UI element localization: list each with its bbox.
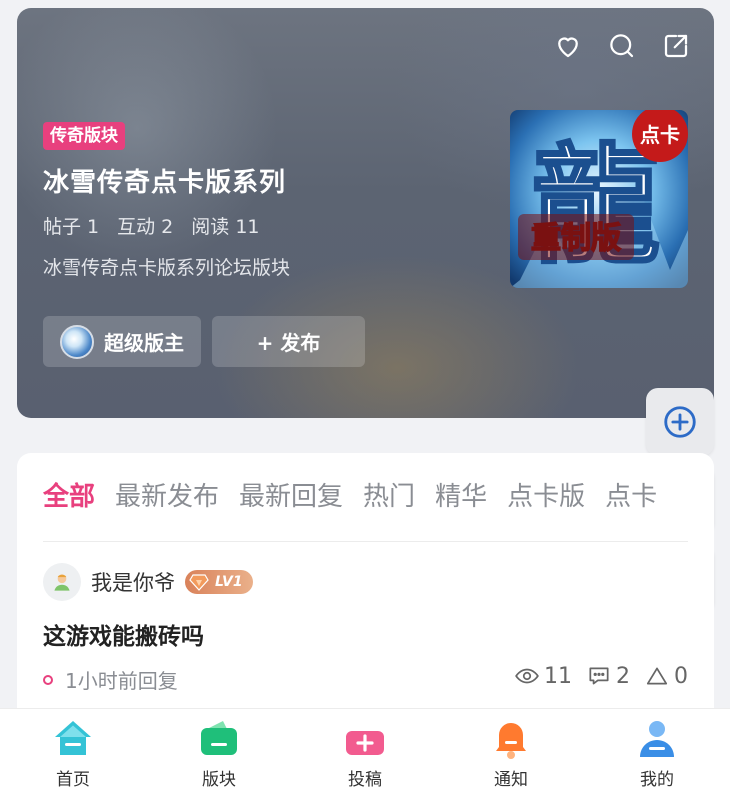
author-name: 我是你爷 <box>91 571 175 595</box>
tab-latest-replies[interactable]: 最新回复 <box>239 479 343 519</box>
post-stats: 11 2 0 <box>514 663 688 689</box>
tab-hot[interactable]: 热门 <box>363 479 415 519</box>
heart-icon <box>558 37 578 58</box>
post-list-card: 全部 最新发布 最新回复 热门 精华 点卡版 点卡 我是你爷 LV1 这游戏能搬… <box>17 453 714 723</box>
bell-icon <box>496 723 526 759</box>
board-header-card: 传奇版块 冰雪传奇点卡版系列 帖子 1 互动 2 阅读 11 冰雪传奇点卡版系列… <box>17 8 714 418</box>
post-title[interactable]: 这游戏能搬砖吗 <box>43 617 204 651</box>
read-count: 阅读 11 <box>191 216 260 238</box>
bottom-navigation: 首页 版块 投稿 通知 我的 <box>0 708 730 792</box>
header-actions <box>552 30 692 62</box>
like-stat[interactable]: 0 <box>644 663 688 689</box>
share-icon <box>664 34 688 58</box>
moderator-button[interactable]: 超级版主 <box>43 316 201 367</box>
submit-icon <box>346 731 384 755</box>
tab-card-more[interactable]: 点卡 <box>605 479 657 519</box>
share-button[interactable] <box>660 30 692 62</box>
comment-icon <box>589 667 609 685</box>
nav-home-label: 首页 <box>56 770 90 790</box>
triangle-icon <box>646 667 668 685</box>
nav-submit[interactable]: 投稿 <box>292 709 438 792</box>
gem-icon <box>189 574 209 591</box>
search-icon <box>610 34 634 58</box>
post-meta: 1小时前回复 <box>43 665 178 694</box>
nav-boards[interactable]: 版块 <box>146 709 292 792</box>
nav-home[interactable]: 首页 <box>0 709 146 792</box>
nav-notifications[interactable]: 通知 <box>438 709 584 792</box>
nav-profile[interactable]: 我的 <box>584 709 730 792</box>
filter-tabs: 全部 最新发布 最新回复 热门 精华 点卡版 点卡 <box>43 479 714 519</box>
status-dot-icon <box>43 674 53 685</box>
tab-latest-posts[interactable]: 最新发布 <box>115 479 219 519</box>
view-count: 11 <box>544 663 572 689</box>
eye-icon <box>515 668 539 684</box>
cover-art: 龍 点卡 重制版 <box>510 110 688 288</box>
moderator-avatar <box>60 324 94 359</box>
comment-count: 2 <box>616 663 630 689</box>
comment-stat[interactable]: 2 <box>586 663 630 689</box>
tab-all[interactable]: 全部 <box>43 479 95 519</box>
category-tag: 传奇版块 <box>43 122 125 150</box>
moderator-label: 超级版主 <box>104 331 184 355</box>
nav-notifications-label: 通知 <box>494 770 528 790</box>
cover-overlay-text: 重制版 <box>531 221 621 256</box>
board-stats: 帖子 1 互动 2 阅读 11 <box>43 212 260 239</box>
interaction-count: 互动 2 <box>117 216 174 238</box>
tab-card-version[interactable]: 点卡版 <box>507 479 585 519</box>
favorite-button[interactable] <box>552 30 584 62</box>
tab-featured[interactable]: 精华 <box>435 479 487 519</box>
like-count: 0 <box>674 663 688 689</box>
nav-profile-label: 我的 <box>640 770 674 790</box>
level-label: LV1 <box>215 574 243 590</box>
wallet-icon <box>201 721 237 755</box>
post-time: 1小时前回复 <box>65 669 178 693</box>
nav-boards-label: 版块 <box>202 770 236 790</box>
search-button[interactable] <box>606 30 638 62</box>
add-circle-icon <box>664 406 696 438</box>
tabs-divider <box>43 541 688 542</box>
level-badge: LV1 <box>185 570 253 594</box>
forum-board-page: 传奇版块 冰雪传奇点卡版系列 帖子 1 互动 2 阅读 11 冰雪传奇点卡版系列… <box>0 0 730 792</box>
board-cover-image: 龍 点卡 重制版 <box>510 110 688 288</box>
add-button[interactable] <box>646 388 714 456</box>
view-stat: 11 <box>514 663 572 689</box>
publish-label: + 发布 <box>256 331 321 355</box>
board-description: 冰雪传奇点卡版系列论坛版块 <box>43 257 291 279</box>
nav-submit-label: 投稿 <box>348 770 382 790</box>
board-title: 冰雪传奇点卡版系列 <box>43 168 287 198</box>
user-icon <box>640 721 674 757</box>
cover-badge: 点卡 <box>640 123 680 147</box>
post-count: 帖子 1 <box>43 216 100 238</box>
avatar <box>43 563 81 601</box>
post-author[interactable]: 我是你爷 LV1 <box>43 563 253 601</box>
home-icon <box>55 721 91 755</box>
publish-button[interactable]: + 发布 <box>212 316 365 367</box>
user-avatar-icon <box>54 574 70 591</box>
